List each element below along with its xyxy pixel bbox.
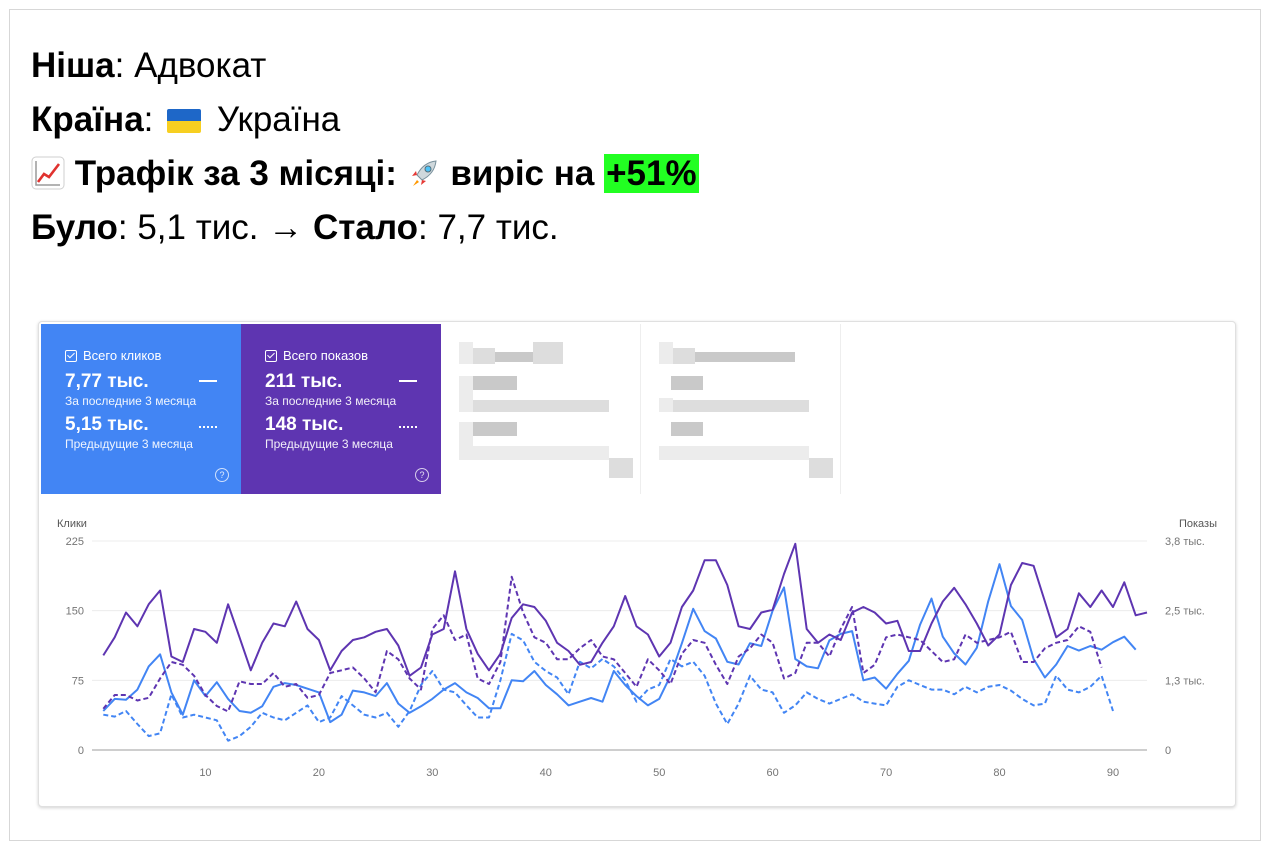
arrow-icon: → (268, 208, 304, 247)
x-tick-label: 80 (993, 767, 1005, 779)
chart-increasing-icon (31, 156, 65, 190)
performance-line-chart: 0 0 75 1,3 тыс. 150 2,5 тыс. 225 3,8 тыс. 10 20 30… (66, 536, 1205, 779)
x-tick-label: 70 (880, 767, 892, 779)
was-now-line: Було: 5,1 тис. → Стало: 7,7 тис. (31, 208, 559, 247)
left-tick-label: 225 (66, 536, 84, 548)
x-tick-label: 90 (1107, 767, 1119, 779)
niche-line: Ніша: Адвокат (31, 46, 267, 85)
left-tick-label: 75 (72, 675, 84, 687)
series-line-impressions_current (102, 542, 1148, 677)
search-console-panel: Всего кликов 7,77 тыс. За последние 3 ме… (38, 321, 1236, 807)
traffic-line: Трафік за 3 місяці: виріс на +51% (31, 154, 699, 194)
country-label: Країна (31, 100, 144, 139)
niche-label: Ніша (31, 46, 115, 85)
was-value: 5,1 тис. (137, 208, 259, 247)
right-tick-label: 2,5 тыс. (1165, 606, 1205, 618)
right-tick-label: 1,3 тыс. (1165, 675, 1205, 687)
country-value: Україна (216, 100, 341, 139)
x-tick-label: 30 (426, 767, 438, 779)
right-tick-label: 3,8 тыс. (1165, 536, 1205, 548)
x-tick-label: 20 (313, 767, 325, 779)
left-tick-label: 0 (78, 745, 84, 757)
series-line-clicks_current (102, 563, 1137, 724)
rocket-icon (407, 156, 441, 190)
now-label: Стало (312, 208, 419, 247)
x-tick-label: 60 (767, 767, 779, 779)
right-tick-label: 0 (1165, 745, 1171, 757)
country-line: Країна: Україна (31, 100, 341, 139)
now-value: 7,7 тис. (437, 208, 559, 247)
was-label: Було (31, 208, 118, 247)
x-tick-label: 50 (653, 767, 665, 779)
left-tick-label: 150 (66, 606, 84, 618)
growth-value: +51% (604, 154, 699, 193)
growth-text: виріс на (450, 154, 595, 193)
x-tick-label: 10 (199, 767, 211, 779)
x-tick-label: 40 (540, 767, 552, 779)
niche-value: Адвокат (134, 46, 267, 85)
traffic-label: Трафік за 3 місяці: (74, 154, 397, 193)
ukraine-flag-icon (167, 109, 202, 133)
